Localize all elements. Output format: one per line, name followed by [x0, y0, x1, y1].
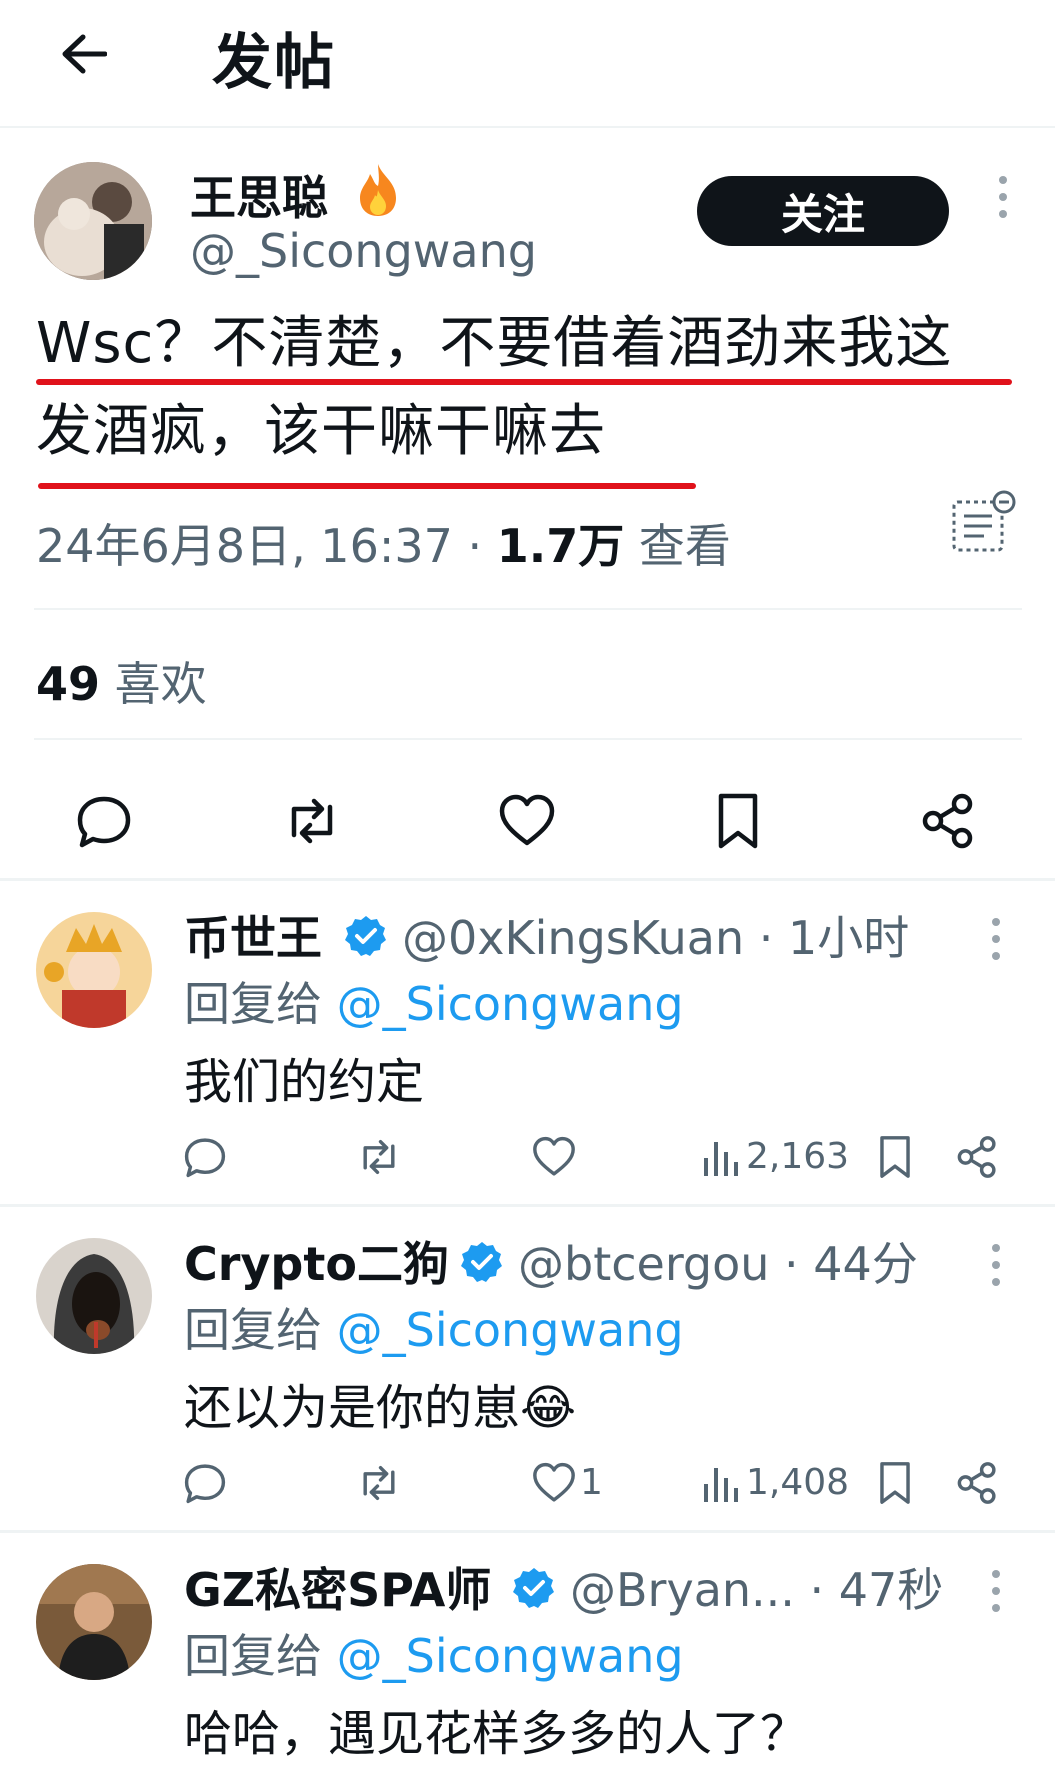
author-name[interactable]: 王思聪 — [190, 162, 328, 228]
like-icon[interactable] — [497, 791, 557, 851]
reply-avatar[interactable] — [36, 1564, 152, 1680]
views-count: 1,408 — [746, 1462, 850, 1503]
post-action-bar — [0, 761, 1055, 871]
share-icon[interactable] — [954, 1460, 1000, 1506]
follow-button[interactable]: 关注 — [697, 176, 949, 246]
post-text-line-2: 发酒疯，该干嘛干嘛去 — [36, 399, 606, 464]
red-underline-annotation-1 — [36, 379, 1012, 385]
reply-author-handle[interactable]: @Bryan... · 47秒 — [570, 1554, 943, 1620]
reply-action-bar: 2,163 — [0, 1134, 1055, 1194]
like-count: 1 — [580, 1462, 603, 1503]
reply-icon[interactable] — [74, 791, 134, 851]
views-count: 2,163 — [746, 1136, 850, 1177]
reply-icon[interactable] — [182, 1134, 228, 1180]
fire-emoji-icon — [360, 164, 396, 216]
mention-link[interactable]: @_Sicongwang — [337, 1629, 684, 1683]
reply-action-bar: 1 1,408 — [0, 1460, 1055, 1520]
reply-avatar[interactable] — [36, 912, 152, 1028]
verified-badge-icon — [461, 1242, 502, 1282]
divider — [34, 608, 1022, 610]
reply-author-name[interactable]: GZ私密SPA师 — [184, 1554, 491, 1620]
views-icon[interactable] — [700, 1460, 746, 1506]
avatar-photo — [36, 912, 152, 1028]
reply-author-name[interactable]: 币世王 — [184, 902, 322, 968]
author-handle[interactable]: @_Sicongwang — [190, 224, 537, 278]
post-text-line-1: Wsc？不清楚，不要借着酒劲来我这 — [36, 311, 953, 376]
post-text: Wsc？不清楚，不要借着酒劲来我这 发酒疯，该干嘛干嘛去 — [36, 300, 1016, 476]
share-icon[interactable] — [954, 1134, 1000, 1180]
reply-item[interactable]: GZ私密SPA师 @Bryan... · 47秒 回复给 @_Sicongwan… — [0, 1534, 1055, 1770]
avatar-photo — [36, 1238, 152, 1354]
post-timestamp: 24年6月8日, 16:37 · 1.7万 查看 — [36, 510, 731, 576]
divider — [0, 1204, 1055, 1207]
reply-icon[interactable] — [182, 1460, 228, 1506]
bookmark-icon[interactable] — [872, 1134, 918, 1180]
reply-item[interactable]: 币世王 @0xKingsKuan · 1小时 回复给 @_Sicongwang … — [0, 882, 1055, 1204]
red-underline-annotation-2 — [38, 483, 696, 489]
views-label: 查看 — [624, 519, 731, 573]
divider — [0, 878, 1055, 881]
reply-to-line: 回复给 @_Sicongwang — [184, 968, 684, 1034]
avatar-photo — [34, 162, 152, 280]
reply-to-label: 回复给 — [184, 1629, 337, 1683]
views-icon[interactable] — [700, 1134, 746, 1180]
top-bar: 发帖 — [0, 0, 1055, 128]
share-icon[interactable] — [918, 791, 978, 851]
bookmark-icon[interactable] — [708, 791, 768, 851]
reply-author-name[interactable]: Crypto二狗 — [184, 1228, 449, 1294]
retweet-icon[interactable] — [356, 1460, 402, 1506]
views-count: 1.7万 — [496, 519, 625, 573]
avatar-photo — [36, 1564, 152, 1680]
divider — [34, 738, 1022, 740]
reply-avatar[interactable] — [36, 1238, 152, 1354]
page-title: 发帖 — [212, 28, 336, 98]
mention-link[interactable]: @_Sicongwang — [337, 977, 684, 1031]
reply-author-handle[interactable]: @btcergou · 44分 — [518, 1228, 918, 1294]
back-button[interactable] — [52, 22, 116, 86]
like-icon[interactable] — [531, 1460, 577, 1506]
more-options-icon[interactable] — [986, 914, 1006, 964]
reply-text: 我们的约定 — [184, 1054, 425, 1110]
verified-badge-icon — [513, 1568, 554, 1608]
mention-link[interactable]: @_Sicongwang — [337, 1303, 684, 1357]
reply-to-line: 回复给 @_Sicongwang — [184, 1294, 684, 1360]
reply-to-label: 回复给 — [184, 977, 337, 1031]
reply-to-line: 回复给 @_Sicongwang — [184, 1620, 684, 1686]
reply-to-label: 回复给 — [184, 1303, 337, 1357]
likes-summary[interactable]: 49 喜欢 — [36, 648, 207, 714]
bookmark-icon[interactable] — [872, 1460, 918, 1506]
reply-text: 还以为是你的崽😂 — [184, 1380, 577, 1436]
summary-icon[interactable] — [948, 488, 1018, 558]
divider — [0, 1530, 1055, 1533]
verified-badge-icon — [345, 916, 386, 956]
likes-count: 49 — [36, 657, 101, 711]
reply-author-handle[interactable]: @0xKingsKuan · 1小时 — [402, 902, 909, 968]
likes-label: 喜欢 — [100, 657, 207, 711]
author-avatar[interactable] — [34, 162, 152, 280]
reply-item[interactable]: Crypto二狗 @btcergou · 44分 回复给 @_Sicongwan… — [0, 1208, 1055, 1530]
more-options-icon[interactable] — [986, 1240, 1006, 1290]
arrow-left-icon — [62, 34, 107, 74]
more-options-icon[interactable] — [993, 172, 1013, 222]
like-icon[interactable] — [531, 1134, 577, 1180]
reply-text: 哈哈，遇见花样多多的人了？ — [184, 1706, 809, 1762]
retweet-icon[interactable] — [282, 791, 342, 851]
more-options-icon[interactable] — [986, 1566, 1006, 1616]
timestamp-text: 24年6月8日, 16:37 · — [36, 519, 497, 573]
retweet-icon[interactable] — [356, 1134, 402, 1180]
